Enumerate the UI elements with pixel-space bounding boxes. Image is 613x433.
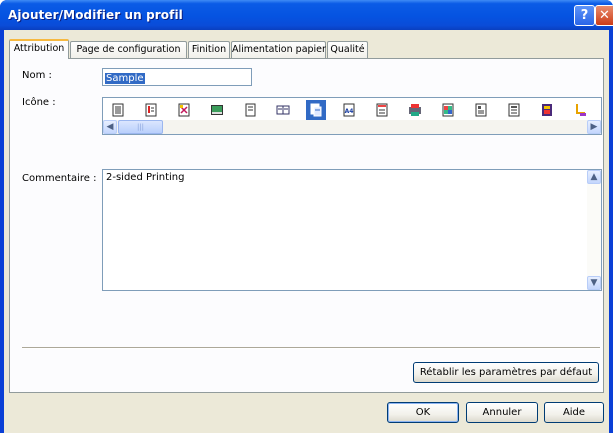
dialog-window: Ajouter/Modifier un profil ? ✕ Attributi… [0, 0, 613, 433]
icon-horizontal-scrollbar[interactable]: ◀ ||| ▶ [103, 120, 601, 134]
ok-button[interactable]: OK [387, 402, 459, 423]
help-button[interactable]: ? [574, 5, 595, 26]
tab-alimentation-papier[interactable]: Alimentation papier [231, 41, 326, 58]
icon-list[interactable]: A4 ◀ ||| ▶ [102, 97, 602, 135]
reset-defaults-button[interactable]: Rétablir les paramètres par défaut [413, 362, 599, 383]
attribution-panel: Nom : Sample Icône : A4 ◀ ||| ▶ Commenta… [9, 58, 604, 393]
comment-vertical-scrollbar[interactable]: ▲ ▼ [587, 170, 601, 290]
comment-value: 2-sided Printing [106, 172, 185, 183]
scroll-down-icon[interactable]: ▼ [587, 276, 601, 290]
document-dots-icon[interactable] [372, 100, 392, 120]
tab-page-configuration[interactable]: Page de configuration [70, 41, 187, 58]
document-small-icon[interactable] [240, 100, 260, 120]
document-red-icon[interactable] [141, 100, 161, 120]
help-text-button[interactable]: Aide [544, 402, 604, 423]
tab-finition[interactable]: Finition [188, 41, 230, 58]
scroll-right-icon[interactable]: ▶ [587, 120, 601, 134]
a4-icon[interactable]: A4 [339, 100, 359, 120]
scroll-thumb[interactable]: ||| [118, 120, 163, 134]
booklet-color-icon[interactable] [537, 100, 557, 120]
scroll-up-icon[interactable]: ▲ [587, 170, 601, 184]
color-image-icon[interactable] [438, 100, 458, 120]
window-title: Ajouter/Modifier un profil [8, 8, 183, 22]
close-button[interactable]: ✕ [595, 5, 613, 26]
svg-text:A4: A4 [345, 108, 354, 115]
scroll-left-icon[interactable]: ◀ [103, 120, 117, 134]
photo-icon[interactable] [207, 100, 227, 120]
two-pages-icon[interactable] [273, 100, 293, 120]
name-label: Nom : [22, 70, 52, 81]
name-input[interactable]: Sample [102, 68, 252, 86]
document-text-icon[interactable] [471, 100, 491, 120]
icon-label: Icône : [22, 97, 56, 108]
dialog-client: Attribution Page de configuration Finiti… [4, 30, 609, 433]
tab-attribution[interactable]: Attribution [9, 39, 69, 59]
tab-qualite[interactable]: Qualité [327, 41, 368, 58]
name-value: Sample [105, 73, 145, 84]
title-bar[interactable]: Ajouter/Modifier un profil ? ✕ [0, 0, 613, 30]
divider [22, 347, 600, 349]
comment-textarea[interactable]: 2-sided Printing ▲ ▼ [102, 169, 602, 291]
cancel-button[interactable]: Annuler [466, 402, 538, 423]
document-lines-icon[interactable] [108, 100, 128, 120]
icon-row: A4 [103, 100, 601, 120]
document-text-2-icon[interactable] [504, 100, 524, 120]
document-no-staple-icon[interactable] [174, 100, 194, 120]
duplex-icon[interactable] [306, 100, 326, 120]
stapled-corner-icon[interactable] [570, 100, 590, 120]
color-print-icon[interactable] [405, 100, 425, 120]
comment-label: Commentaire : [22, 173, 97, 184]
